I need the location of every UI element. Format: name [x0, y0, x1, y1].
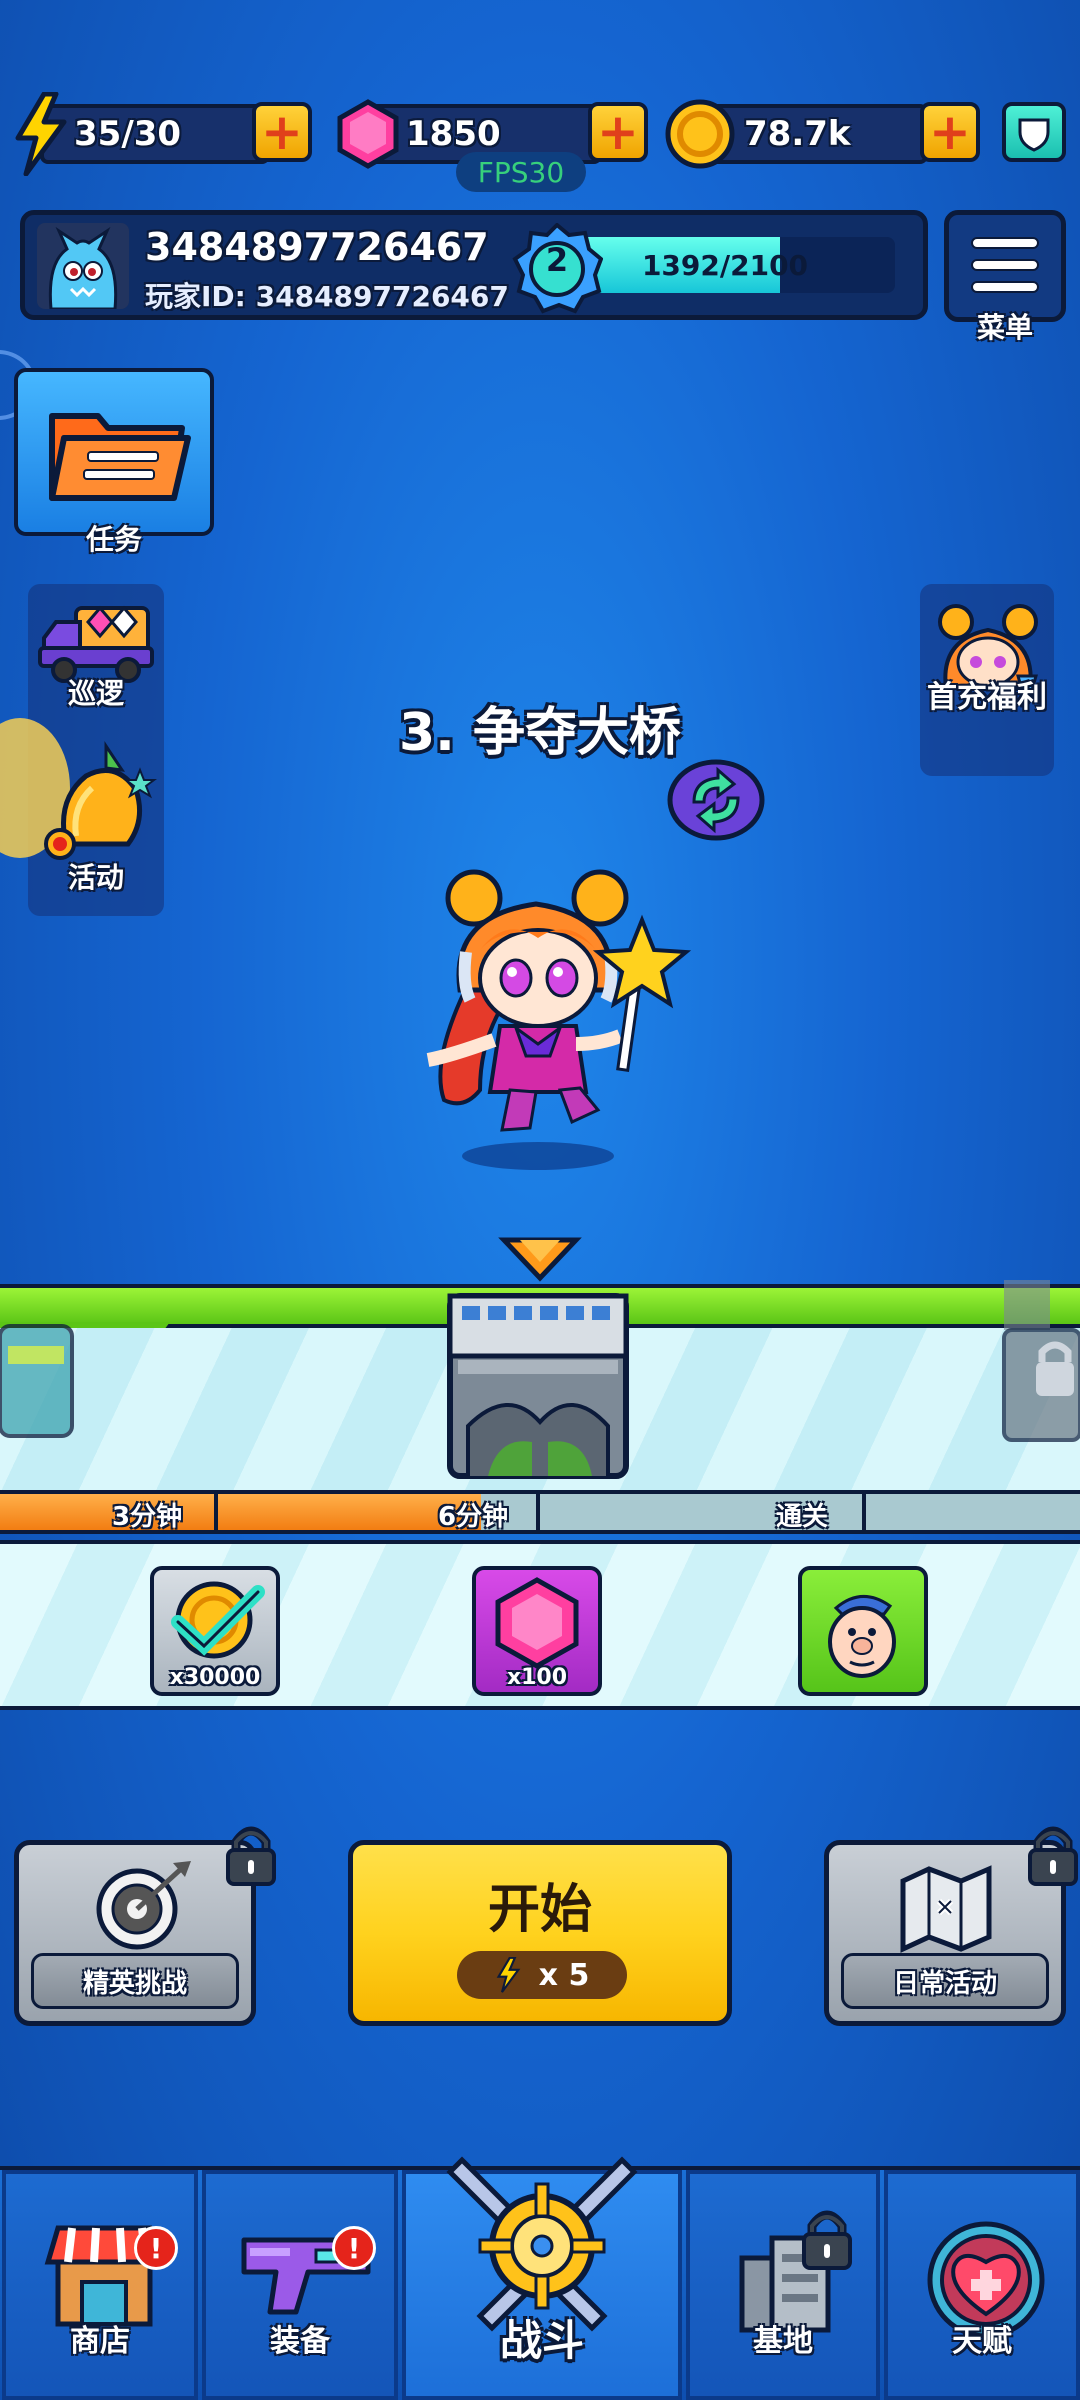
elite-challenge-button[interactable]: 精英挑战: [14, 1840, 256, 2026]
energy-value: 35/30: [74, 114, 182, 154]
stage-progress-fill: [0, 1494, 481, 1530]
progress-tick: [214, 1494, 218, 1530]
avatar-monster-icon: [37, 223, 129, 309]
stage-title: 3. 争夺大桥: [398, 703, 682, 763]
shield-shop-button[interactable]: [1002, 102, 1066, 162]
coin-check-icon: [171, 1581, 265, 1659]
lock-icon: [1028, 1826, 1078, 1886]
avatar[interactable]: [37, 223, 129, 309]
map-icon: [900, 1865, 992, 1953]
refresh-icon[interactable]: [664, 758, 768, 842]
bridge-tower[interactable]: [428, 1236, 648, 1492]
character-face-icon: [828, 1595, 896, 1678]
xp-text: 1392/2100: [641, 248, 809, 282]
progress-tick: [536, 1494, 540, 1530]
gem-icon: [495, 1577, 579, 1669]
battle-crosshair-icon: [446, 2156, 638, 2332]
start-cost-value: x 5: [538, 1957, 590, 1993]
elite-challenge-label: 精英挑战: [31, 1953, 239, 2009]
nav-base[interactable]: 基地: [686, 2170, 880, 2400]
shield-icon: [1018, 118, 1050, 152]
player-name: 3484897726467: [145, 225, 489, 269]
menu-icon-line: [971, 281, 1039, 293]
energy-icon: [496, 1957, 521, 1993]
target-icon: [96, 1861, 191, 1950]
fps-indicator: FPS30: [456, 152, 586, 192]
start-cost: x 5: [457, 1951, 627, 1999]
daily-event-label: 日常活动: [841, 1953, 1049, 2009]
lock-icon: [226, 1826, 276, 1886]
menu-label: 菜单: [976, 311, 1033, 344]
reward-gems[interactable]: x100: [472, 1566, 602, 1696]
nav-base-label: 基地: [753, 2324, 813, 2359]
locked-stage-building: [1002, 1280, 1080, 1442]
shop-notification-badge: !: [134, 2226, 178, 2270]
hero-character[interactable]: [410, 860, 700, 1180]
coin-icon: [665, 99, 735, 169]
add-gems-button[interactable]: +: [588, 102, 648, 162]
add-coins-button[interactable]: +: [920, 102, 980, 162]
nav-talent[interactable]: 天赋: [884, 2170, 1080, 2400]
nav-talent-label: 天赋: [952, 2324, 1012, 2359]
nav-shop-label: 商店: [70, 2324, 130, 2359]
reward-gems-qty: x100: [506, 1665, 568, 1690]
equipment-notification-badge: !: [332, 2226, 376, 2270]
base-lock-icon: [802, 2210, 852, 2270]
nav-equipment-label: 装备: [270, 2324, 330, 2359]
nav-equipment[interactable]: 装备: [202, 2170, 398, 2400]
gem-icon: [337, 99, 399, 169]
folder-icon: [49, 413, 191, 501]
stage-progress-bar: 3分钟 6分钟 通关: [0, 1490, 1080, 1534]
player-panel[interactable]: 3484897726467 玩家ID: 3484897726467 1392/2…: [20, 210, 928, 320]
task-label: 任务: [85, 523, 142, 556]
level-number: 2: [545, 241, 569, 279]
start-button[interactable]: 开始 x 5: [348, 1840, 732, 2026]
task-button[interactable]: [14, 368, 214, 536]
gem-value: 1850: [406, 114, 501, 154]
add-energy-button[interactable]: +: [252, 102, 312, 162]
progress-tick: [862, 1494, 866, 1530]
reward-character[interactable]: [798, 1566, 928, 1696]
prev-stage-building: [0, 1324, 74, 1438]
energy-icon: [15, 92, 67, 176]
menu-icon-line: [971, 259, 1039, 271]
xp-bar: 1392/2100: [555, 237, 895, 293]
player-id: 玩家ID: 3484897726467: [145, 280, 509, 313]
start-label: 开始: [487, 1880, 592, 1940]
coin-value: 78.7k: [744, 114, 851, 154]
event-label: 活动: [67, 861, 124, 894]
milestone-6min: 6分钟: [438, 1502, 509, 1532]
nav-shop[interactable]: 商店: [2, 2170, 198, 2400]
reward-coins-qty: x30000: [169, 1665, 261, 1690]
energy-counter: 35/30: [40, 104, 270, 164]
milestone-3min: 3分钟: [112, 1502, 183, 1532]
menu-icon-line: [971, 237, 1039, 249]
milestone-clear: 通关: [776, 1502, 829, 1532]
reward-coins[interactable]: x30000: [150, 1566, 280, 1696]
